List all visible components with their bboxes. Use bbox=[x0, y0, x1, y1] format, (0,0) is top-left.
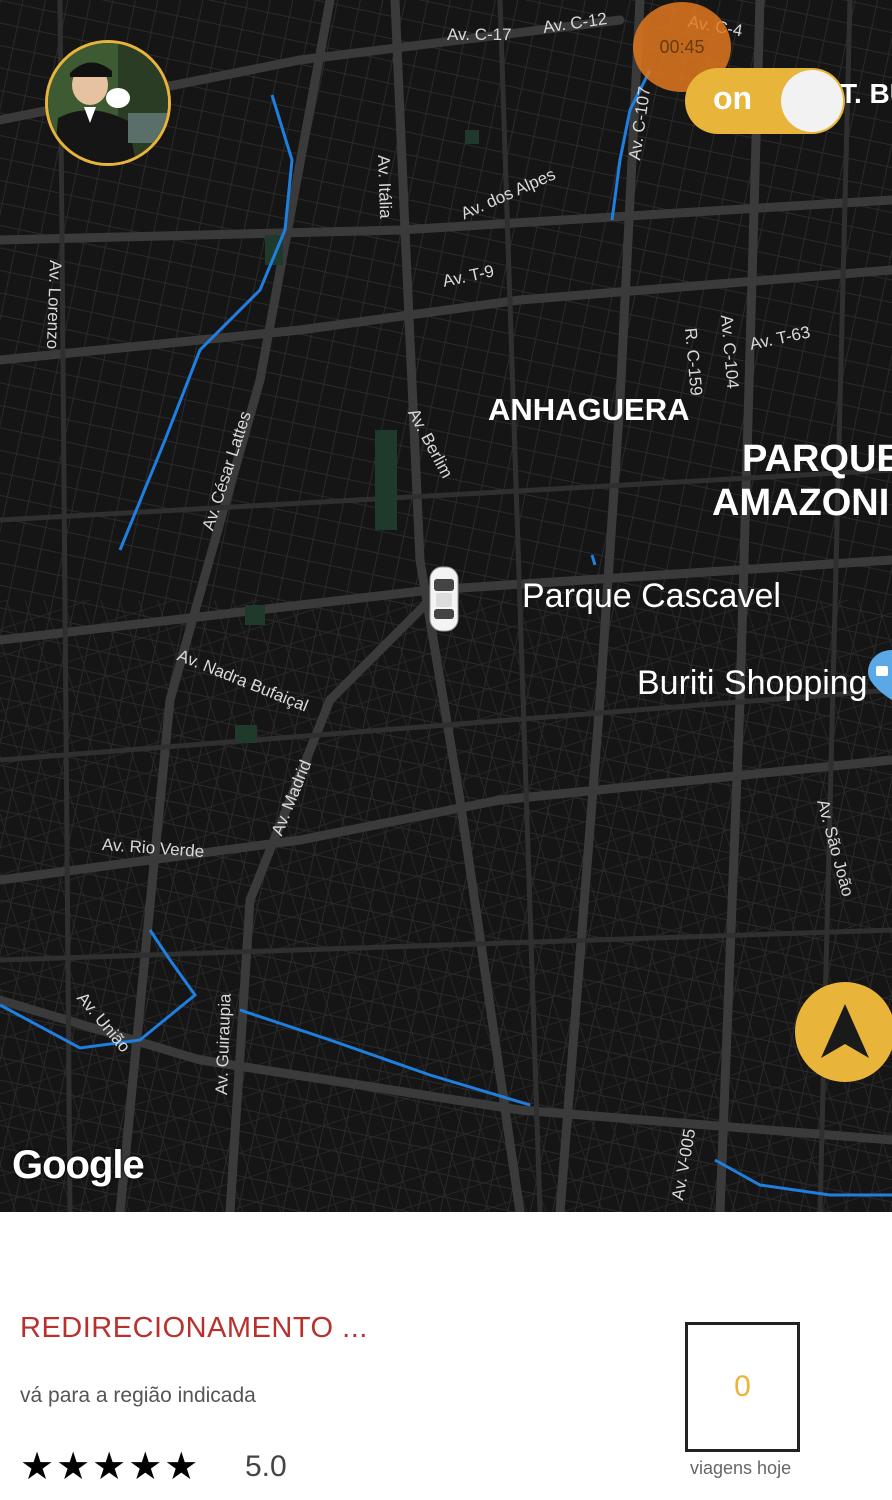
poi-buriti-shopping[interactable]: Buriti Shopping bbox=[637, 664, 868, 703]
neighborhood-parque-line2: AMAZONI bbox=[712, 482, 890, 524]
street-label-tbu: T. BU bbox=[840, 78, 892, 109]
online-toggle[interactable]: on bbox=[685, 68, 845, 134]
neighborhood-anhaguera: ANHAGUERA bbox=[488, 392, 690, 427]
status-title: REDIRECIONAMENTO ... bbox=[20, 1312, 368, 1344]
street-label-italia: Av. Itália bbox=[374, 154, 396, 219]
street-label-c17: Av. C-17 bbox=[447, 25, 512, 44]
toggle-label: on bbox=[713, 80, 753, 116]
status-subtitle: vá para a região indicada bbox=[20, 1384, 256, 1407]
neighborhood-parque-line1: PARQUE bbox=[742, 438, 892, 480]
map-view[interactable]: Av. C-17 Av. C-12 Av. C-4 Av. C-107 Av. … bbox=[0, 0, 892, 1212]
car-icon bbox=[429, 566, 459, 632]
rating-stars-icon: ★★★★★ bbox=[20, 1446, 201, 1488]
street-label-lorenzo: Av. Lorenzo bbox=[42, 259, 65, 350]
trips-count: 0 bbox=[734, 1370, 751, 1403]
recenter-button[interactable] bbox=[795, 982, 892, 1082]
google-logo: Google bbox=[12, 1143, 145, 1187]
trips-today-box[interactable]: 0 bbox=[685, 1322, 800, 1452]
street-label-guiraupia: Av. Guiraupia bbox=[212, 993, 235, 1096]
trips-label: viagens hoje bbox=[690, 1458, 792, 1478]
shopping-pin-icon[interactable] bbox=[868, 650, 892, 700]
driver-avatar[interactable] bbox=[45, 40, 171, 166]
rating-value: 5.0 bbox=[245, 1450, 287, 1483]
poi-parque-cascavel[interactable]: Parque Cascavel bbox=[522, 577, 781, 616]
toggle-knob[interactable] bbox=[781, 70, 843, 132]
driver-avatar-image bbox=[48, 43, 168, 163]
navigation-arrow-icon bbox=[821, 1004, 869, 1058]
